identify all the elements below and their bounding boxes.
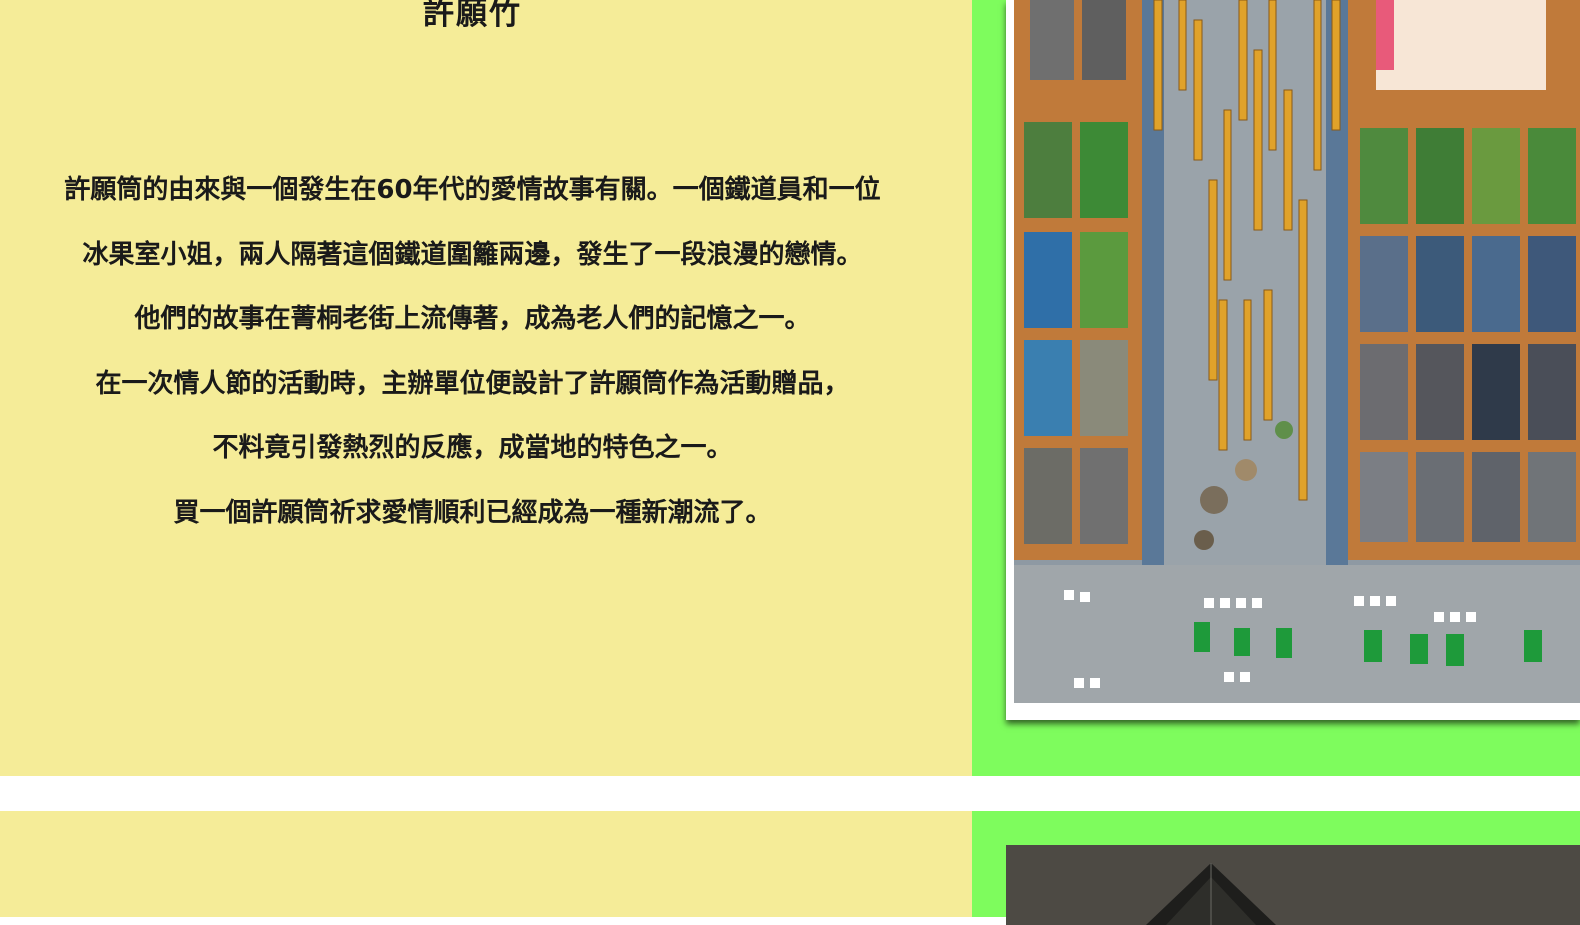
section-title: 許願竹 — [423, 0, 522, 32]
second-photo — [1006, 845, 1580, 925]
paragraph-line: 冰果室小姐，兩人隔著這個鐵道圍籬兩邊，發生了一段浪漫的戀情。 — [82, 239, 863, 270]
content-section-2 — [0, 811, 1580, 925]
paragraph-line: 許願筒的由來與一個發生在60年代的愛情故事有關。一個鐵道員和一位 — [64, 175, 881, 205]
paragraph-line: 他們的故事在菁桐老街上流傳著，成為老人們的記憶之一。 — [134, 304, 811, 334]
text-panel: 許願竹 許願筒的由來與一個發生在60年代的愛情故事有關。一個鐵道員和一位 冰果室… — [0, 0, 972, 776]
description-paragraph: 許願筒的由來與一個發生在60年代的愛情故事有關。一個鐵道員和一位 冰果室小姐，兩… — [0, 158, 945, 545]
paragraph-line: 不料竟引發熱烈的反應，成當地的特色之一。 — [212, 433, 733, 463]
content-section-1: 許願竹 許願筒的由來與一個發生在60年代的愛情故事有關。一個鐵道員和一位 冰果室… — [0, 0, 1580, 776]
paragraph-line: 買一個許願筒祈求愛情順利已經成為一種新潮流了。 — [173, 497, 772, 528]
text-panel — [0, 811, 972, 917]
wishing-bamboo-photo — [1014, 0, 1580, 703]
paragraph-line: 在一次情人節的活動時，主辦單位便設計了許願筒作為活動贈品， — [95, 368, 850, 399]
